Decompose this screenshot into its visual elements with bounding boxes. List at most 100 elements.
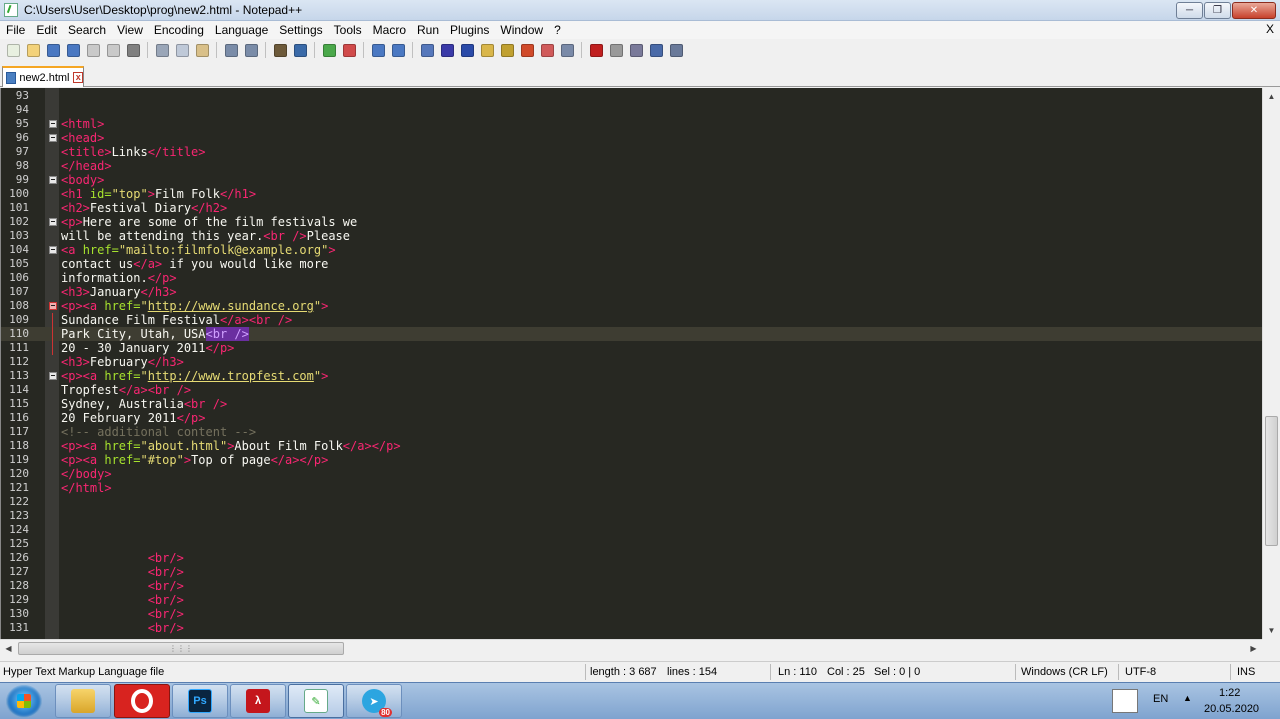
- fold-toggle-icon[interactable]: [49, 134, 57, 142]
- scroll-left-arrow-icon[interactable]: ◀: [0, 640, 17, 657]
- folder-workspace-icon[interactable]: [538, 41, 556, 59]
- sync-vertical-icon[interactable]: [369, 41, 387, 59]
- fold-toggle-icon[interactable]: [49, 218, 57, 226]
- record-macro-icon[interactable]: [587, 41, 605, 59]
- code-line[interactable]: 103 will be attending this year.<br />Ple…: [1, 229, 1262, 243]
- menu-edit[interactable]: Edit: [30, 23, 62, 37]
- taskbar-acrobat[interactable]: λ: [230, 684, 286, 718]
- scroll-right-arrow-icon[interactable]: ▶: [1245, 640, 1262, 657]
- code-line[interactable]: 119 <p><a href="#top">Top of page</a></p>: [1, 453, 1262, 467]
- code-editor[interactable]: 93 94 95 <html> 96 <head> 97 <title>Links</titl…: [0, 88, 1262, 639]
- code-line[interactable]: 95 <html>: [1, 117, 1262, 131]
- code-line[interactable]: 104 <a href="mailto:filmfolk@example.org"…: [1, 243, 1262, 257]
- open-file-icon[interactable]: [24, 41, 42, 59]
- code-line[interactable]: 127 <br/>: [1, 565, 1262, 579]
- tab-new2-html[interactable]: new2.html x: [2, 66, 84, 87]
- cut-icon[interactable]: [153, 41, 171, 59]
- taskbar-notepadpp[interactable]: ✎: [288, 684, 344, 718]
- start-button[interactable]: [6, 685, 42, 718]
- code-line[interactable]: 122: [1, 495, 1262, 509]
- code-line[interactable]: 118 <p><a href="about.html">About Film Fo…: [1, 439, 1262, 453]
- fold-toggle-icon[interactable]: [49, 246, 57, 254]
- vertical-scroll-thumb[interactable]: [1265, 416, 1278, 546]
- code-line[interactable]: 116 20 February 2011</p>: [1, 411, 1262, 425]
- indent-guide-icon[interactable]: [458, 41, 476, 59]
- scroll-up-arrow-icon[interactable]: ▲: [1263, 88, 1280, 105]
- horizontal-scroll-thumb[interactable]: ⋮⋮⋮: [18, 642, 344, 655]
- minimize-button[interactable]: ─: [1176, 2, 1203, 19]
- fold-toggle-icon[interactable]: [49, 176, 57, 184]
- menu-macro[interactable]: Macro: [367, 23, 411, 37]
- save-all-icon[interactable]: [64, 41, 82, 59]
- close-button[interactable]: ✕: [1232, 2, 1276, 19]
- menu-search[interactable]: Search: [62, 23, 111, 37]
- code-line[interactable]: 112 <h3>February</h3>: [1, 355, 1262, 369]
- code-line[interactable]: 100 <h1 id="top">Film Folk</h1>: [1, 187, 1262, 201]
- play-macro-icon[interactable]: [627, 41, 645, 59]
- menu-encoding[interactable]: Encoding: [148, 23, 209, 37]
- menu-run[interactable]: Run: [411, 23, 444, 37]
- fold-toggle-icon[interactable]: [49, 120, 57, 128]
- taskbar-photoshop[interactable]: Ps: [172, 684, 228, 718]
- tray-expand-icon[interactable]: ▲: [1183, 693, 1192, 703]
- code-line[interactable]: 131 <br/>: [1, 621, 1262, 635]
- scroll-down-arrow-icon[interactable]: ▼: [1263, 622, 1280, 639]
- code-line[interactable]: 94: [1, 103, 1262, 117]
- code-line[interactable]: 121 </html>: [1, 481, 1262, 495]
- zoom-in-icon[interactable]: [320, 41, 338, 59]
- paste-icon[interactable]: [193, 41, 211, 59]
- menu-help[interactable]: ?: [548, 23, 566, 37]
- close-document-button[interactable]: X: [1266, 22, 1274, 36]
- code-line[interactable]: 124: [1, 523, 1262, 537]
- code-line[interactable]: 128 <br/>: [1, 579, 1262, 593]
- close-icon[interactable]: [84, 41, 102, 59]
- language-indicator[interactable]: EN: [1153, 693, 1168, 705]
- code-line[interactable]: 105 contact us</a> if you would like more: [1, 257, 1262, 271]
- vertical-scrollbar[interactable]: ▲ ▼: [1262, 88, 1280, 639]
- menu-tools[interactable]: Tools: [328, 23, 367, 37]
- code-line[interactable]: 113 <p><a href="http://www.tropfest.com">: [1, 369, 1262, 383]
- save-macro-icon[interactable]: [667, 41, 685, 59]
- code-line[interactable]: 97 <title>Links</title>: [1, 145, 1262, 159]
- code-line[interactable]: 129 <br/>: [1, 593, 1262, 607]
- save-icon[interactable]: [44, 41, 62, 59]
- code-line[interactable]: 99 <body>: [1, 173, 1262, 187]
- menu-file[interactable]: File: [0, 23, 30, 37]
- handwriting-tray-icon[interactable]: [1112, 689, 1138, 713]
- taskbar-explorer[interactable]: [55, 684, 111, 718]
- code-line[interactable]: 117 <!-- additional content -->: [1, 425, 1262, 439]
- taskbar-opera[interactable]: [114, 684, 170, 718]
- show-all-chars-icon[interactable]: [438, 41, 456, 59]
- copy-icon[interactable]: [173, 41, 191, 59]
- code-line[interactable]: 130 <br/>: [1, 607, 1262, 621]
- maximize-button[interactable]: ❐: [1204, 2, 1231, 19]
- function-list-icon[interactable]: [518, 41, 536, 59]
- word-wrap-icon[interactable]: [418, 41, 436, 59]
- code-line[interactable]: 96 <head>: [1, 131, 1262, 145]
- menu-language[interactable]: Language: [209, 23, 273, 37]
- code-line[interactable]: 115 Sydney, Australia<br />: [1, 397, 1262, 411]
- code-line[interactable]: 125: [1, 537, 1262, 551]
- code-line[interactable]: 126 <br/>: [1, 551, 1262, 565]
- run-macro-multiple-icon[interactable]: [647, 41, 665, 59]
- code-line[interactable]: 107 <h3>January</h3>: [1, 285, 1262, 299]
- code-line[interactable]: 101 <h2>Festival Diary</h2>: [1, 201, 1262, 215]
- stop-macro-icon[interactable]: [607, 41, 625, 59]
- doc-map-icon[interactable]: [498, 41, 516, 59]
- print-icon[interactable]: [124, 41, 142, 59]
- find-icon[interactable]: [271, 41, 289, 59]
- menu-window[interactable]: Window: [494, 23, 548, 37]
- sync-horizontal-icon[interactable]: [389, 41, 407, 59]
- close-all-icon[interactable]: [104, 41, 122, 59]
- replace-icon[interactable]: [291, 41, 309, 59]
- fold-toggle-icon[interactable]: [49, 372, 57, 380]
- undo-icon[interactable]: [222, 41, 240, 59]
- menu-view[interactable]: View: [111, 23, 148, 37]
- code-line[interactable]: 109 Sundance Film Festival</a><br />: [1, 313, 1262, 327]
- user-language-icon[interactable]: [478, 41, 496, 59]
- fold-toggle-icon[interactable]: [49, 302, 57, 310]
- menu-settings[interactable]: Settings: [273, 23, 327, 37]
- taskbar-telegram[interactable]: ➤ 80: [346, 684, 402, 718]
- code-line[interactable]: 102 <p>Here are some of the film festival…: [1, 215, 1262, 229]
- code-line[interactable]: 106 information.</p>: [1, 271, 1262, 285]
